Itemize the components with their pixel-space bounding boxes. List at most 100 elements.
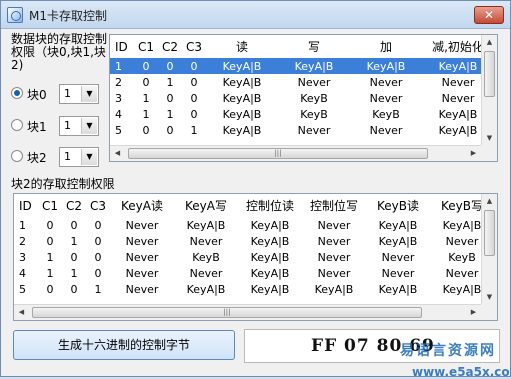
- column-header[interactable]: C2: [62, 194, 86, 217]
- table-cell: Never: [125, 218, 159, 232]
- table-cell: 0: [70, 218, 78, 232]
- column-header[interactable]: KeyA写: [174, 194, 238, 217]
- scroll-right-icon[interactable]: ▶: [466, 305, 481, 319]
- table-row[interactable]: 5 0 0 1 KeyA|B Never Never KeyA|B: [110, 122, 494, 138]
- scroll-thumb[interactable]: [484, 210, 495, 256]
- chevron-down-icon[interactable]: ▼: [81, 149, 97, 165]
- trailer-grid-vertical-scrollbar[interactable]: ▲ ▼: [481, 194, 497, 304]
- table-cell: KeyA|B: [250, 266, 290, 280]
- table-cell: 0: [134, 58, 158, 74]
- scroll-left-icon[interactable]: ◀: [110, 146, 125, 160]
- block1-select-value: 1: [64, 119, 71, 132]
- trailer-block-grid[interactable]: ID C1 C2 C3 KeyA读 KeyA写 控制位读 控制位写 KeyB读 …: [13, 193, 498, 321]
- column-header[interactable]: ID: [110, 35, 134, 58]
- block0-radio[interactable]: [11, 87, 23, 99]
- table-header-row: ID C1 C2 C3 KeyA读 KeyA写 控制位读 控制位写 KeyB读 …: [14, 194, 494, 217]
- scroll-right-icon[interactable]: ▶: [466, 146, 481, 160]
- table-cell: KeyB: [300, 91, 328, 105]
- column-header[interactable]: 控制位写: [302, 194, 366, 217]
- table-cell: Never: [317, 218, 351, 232]
- table-row[interactable]: 5 0 0 1 Never KeyA|B KeyA|B KeyA|B KeyA|B KeyA|B: [14, 281, 494, 297]
- block-permission-description: 数据块的存取控制权限（块0,块1,块2): [11, 32, 108, 72]
- block0-label[interactable]: 块0: [27, 86, 47, 103]
- data-grid-horizontal-scrollbar[interactable]: ◀ ||| ▶: [110, 145, 481, 161]
- block2-radio[interactable]: [11, 150, 23, 162]
- scroll-down-icon[interactable]: ▼: [482, 131, 497, 145]
- generate-control-bytes-button[interactable]: 生成十六进制的控制字节: [13, 330, 235, 360]
- table-cell: KeyA|B: [222, 123, 262, 137]
- control-bytes-output[interactable]: FF 07 80 69 易语言资源网 www.e5a5x.com: [244, 329, 511, 379]
- table-cell: KeyB: [372, 107, 400, 121]
- table-row[interactable]: 4 1 1 0 Never Never KeyA|B Never Never Never: [14, 265, 494, 281]
- scroll-thumb[interactable]: |||: [32, 307, 422, 318]
- table-cell: 0: [94, 250, 102, 264]
- column-header[interactable]: C2: [158, 35, 182, 58]
- scroll-corner: [481, 304, 497, 320]
- column-header[interactable]: C1: [134, 35, 158, 58]
- table-cell: KeyB: [300, 107, 328, 121]
- table-cell: 2: [115, 75, 122, 89]
- column-header[interactable]: KeyB读: [366, 194, 430, 217]
- table-cell: 4: [19, 266, 26, 280]
- chevron-down-icon[interactable]: ▼: [81, 86, 97, 102]
- column-header[interactable]: 控制位读: [238, 194, 302, 217]
- table-row[interactable]: 3 1 0 0 KeyA|B KeyB Never Never: [110, 90, 494, 106]
- table-cell: 1: [110, 58, 134, 74]
- close-button[interactable]: ✕: [474, 6, 504, 24]
- table-row[interactable]: 1 0 0 0 Never KeyA|B KeyA|B Never KeyA|B KeyA|B: [14, 217, 494, 233]
- table-cell: 0: [182, 58, 206, 74]
- table-cell: Never: [297, 75, 331, 89]
- column-header[interactable]: 读: [206, 35, 278, 58]
- table-cell: 0: [158, 58, 182, 74]
- column-header[interactable]: KeyA读: [110, 194, 174, 217]
- column-header[interactable]: 写: [278, 35, 350, 58]
- block1-select[interactable]: 1 ▼: [59, 116, 99, 136]
- table-cell: 0: [166, 91, 174, 105]
- scroll-thumb[interactable]: |||: [128, 148, 428, 159]
- chevron-down-icon[interactable]: ▼: [81, 118, 97, 134]
- block2-select[interactable]: 1 ▼: [59, 147, 99, 167]
- block2-label[interactable]: 块2: [27, 149, 47, 166]
- block0-select[interactable]: 1 ▼: [59, 84, 99, 104]
- table-cell: KeyA|B: [250, 234, 290, 248]
- app-icon: [7, 7, 23, 23]
- table-row[interactable]: 2 0 1 0 KeyA|B Never Never Never: [110, 74, 494, 90]
- table-row[interactable]: 3 1 0 0 Never KeyB KeyA|B Never Never KeyB: [14, 249, 494, 265]
- table-row[interactable]: 2 0 1 0 Never Never KeyA|B Never KeyA|B Never: [14, 233, 494, 249]
- table-cell: 2: [19, 234, 26, 248]
- column-header[interactable]: C3: [182, 35, 206, 58]
- table-cell: KeyA|B: [378, 282, 418, 296]
- block1-radio[interactable]: [11, 119, 23, 131]
- table-cell: KeyB: [192, 250, 220, 264]
- block1-label[interactable]: 块1: [27, 118, 47, 135]
- table-cell: 1: [166, 107, 174, 121]
- trailer-grid-horizontal-scrollbar[interactable]: ◀ ||| ▶: [14, 304, 481, 320]
- trailer-block-table: ID C1 C2 C3 KeyA读 KeyA写 控制位读 控制位写 KeyB读 …: [14, 194, 494, 297]
- table-cell: 1: [142, 107, 150, 121]
- table-cell: 0: [142, 123, 150, 137]
- data-block-grid[interactable]: ID C1 C2 C3 读 写 加 减,初始化 1 0 0 0 KeyA|B KeyA|B…: [109, 34, 498, 162]
- table-cell: 1: [142, 91, 150, 105]
- scroll-down-icon[interactable]: ▼: [482, 290, 497, 304]
- table-cell: 0: [94, 218, 102, 232]
- section-label-block2: 块2的存取控制权限: [11, 177, 115, 191]
- scroll-up-icon[interactable]: ▲: [482, 194, 497, 208]
- window-title: M1卡存取控制: [29, 9, 107, 23]
- table-cell: KeyA|B: [278, 58, 350, 74]
- column-header[interactable]: C1: [38, 194, 62, 217]
- table-cell: 3: [115, 91, 122, 105]
- column-header[interactable]: 加: [350, 35, 422, 58]
- table-cell: 0: [70, 282, 78, 296]
- column-header[interactable]: C3: [86, 194, 110, 217]
- scroll-up-icon[interactable]: ▲: [482, 35, 497, 49]
- column-header[interactable]: ID: [14, 194, 38, 217]
- table-cell: 1: [46, 250, 54, 264]
- table-cell: 0: [94, 234, 102, 248]
- scroll-left-icon[interactable]: ◀: [14, 305, 29, 319]
- table-row[interactable]: 1 0 0 0 KeyA|B KeyA|B KeyA|B KeyA|B: [110, 58, 494, 74]
- table-cell: Never: [125, 234, 159, 248]
- data-grid-vertical-scrollbar[interactable]: ▲ ▼: [481, 35, 497, 145]
- scroll-thumb[interactable]: [484, 51, 495, 97]
- table-cell: Never: [369, 91, 403, 105]
- table-row[interactable]: 4 1 1 0 KeyA|B KeyB KeyB KeyA|B: [110, 106, 494, 122]
